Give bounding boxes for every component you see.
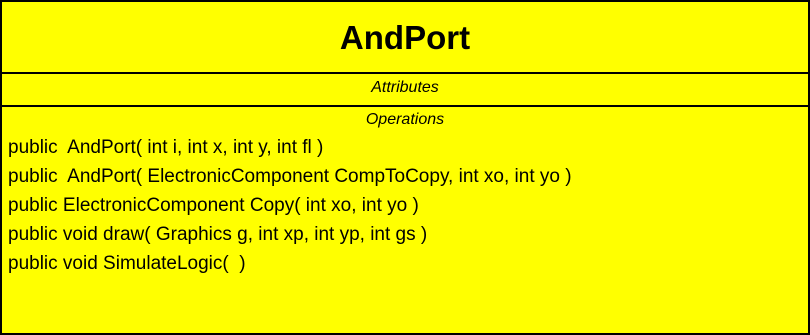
attributes-header: Attributes — [2, 74, 808, 107]
operation-item: public AndPort( int i, int x, int y, int… — [8, 137, 324, 158]
operations-header: Operations — [365, 111, 445, 128]
uml-class-box: AndPort Attributes Operations public And… — [0, 0, 810, 335]
operation-item: public void SimulateLogic( ) — [8, 253, 246, 274]
operation-item: public ElectronicComponent Copy( int xo,… — [8, 195, 419, 216]
operation-item: public void draw( Graphics g, int xp, in… — [8, 224, 428, 245]
operations-list: public AndPort( int i, int x, int y, int… — [2, 133, 808, 278]
operation-item: public AndPort( ElectronicComponent Comp… — [8, 166, 572, 187]
class-name: AndPort — [2, 2, 808, 74]
